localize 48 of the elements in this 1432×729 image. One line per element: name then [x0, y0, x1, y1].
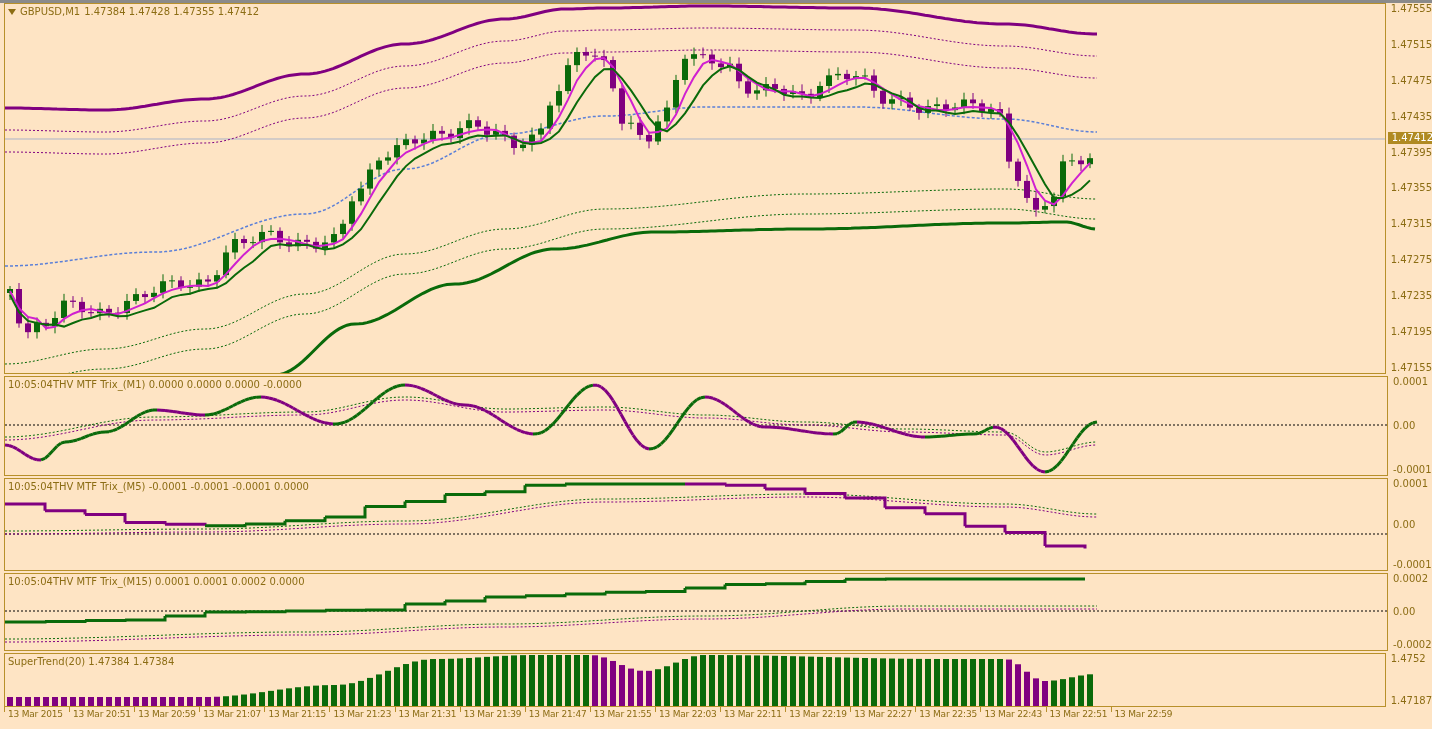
- price-label: 1.47155: [1390, 361, 1432, 374]
- indicator-scale-label: -0.0001: [1393, 464, 1432, 476]
- time-label: 13 Mar 22:43: [984, 709, 1043, 719]
- indicator-title: 10:05:04THV MTF Trix_(M15) 0.0001 0.0001 0.0002 0.0000: [8, 576, 305, 587]
- price-label: 1.47195: [1390, 326, 1432, 338]
- indicator-title: SuperTrend(20) 1.47384 1.47384: [8, 656, 175, 667]
- indicator-scale-label: 0.00: [1393, 518, 1417, 531]
- price-label: 1.47515: [1390, 38, 1432, 51]
- time-label: 13 Mar 22:27: [854, 709, 912, 719]
- indicator-scale-label: 1.4752: [1390, 653, 1427, 665]
- indicator-scale-label: -0.0002: [1393, 639, 1432, 651]
- price-label: 1.47235: [1390, 290, 1432, 303]
- time-label: 13 Mar 2015: [8, 709, 63, 719]
- dropdown-triangle-icon[interactable]: [8, 8, 16, 15]
- time-label: 13 Mar 21:39: [463, 709, 522, 719]
- price-label: 1.47555: [1390, 3, 1432, 15]
- time-label: 13 Mar 21:31: [398, 709, 457, 719]
- time-label: 13 Mar 22:59: [1114, 709, 1173, 719]
- time-label: 13 Mar 22:19: [789, 709, 847, 719]
- indicator-scale-label: 0.0001: [1393, 478, 1429, 490]
- time-label: 13 Mar 22:35: [919, 709, 977, 719]
- time-label: 13 Mar 20:59: [138, 709, 196, 719]
- price-label: 1.47395: [1390, 146, 1432, 159]
- price-label: 1.47355: [1390, 182, 1432, 195]
- current-price-tag: 1.47412: [1387, 132, 1432, 144]
- time-label: 13 Mar 21:07: [203, 709, 261, 719]
- time-label: 13 Mar 21:23: [333, 709, 392, 719]
- indicator-scale-label: 0.0001: [1393, 376, 1429, 388]
- time-label: 13 Mar 22:03: [658, 709, 717, 719]
- indicator-title: 10:05:04THV MTF Trix_(M5) -0.0001 -0.0001 -0.0001 0.0000: [8, 481, 309, 492]
- time-label: 13 Mar 22:11: [724, 709, 782, 719]
- time-label: 13 Mar 21:47: [528, 709, 587, 719]
- indicator-scale-label: 0.0002: [1393, 573, 1429, 585]
- price-label: 1.47315: [1390, 218, 1432, 231]
- indicator-scale-label: 0.00: [1393, 420, 1417, 432]
- chart-title: GBPUSD,M1: [20, 6, 81, 17]
- time-label: 13 Mar 20:51: [73, 709, 131, 719]
- price-label: 1.47275: [1390, 254, 1432, 267]
- indicator-scale-label: -0.0001: [1393, 559, 1432, 571]
- price-label: 1.47475: [1390, 74, 1432, 87]
- indicator-title: 10:05:04THV MTF Trix_(M1) 0.0000 0.0000 0.0000 -0.0000: [8, 379, 302, 390]
- time-label: 13 Mar 21:55: [593, 709, 652, 719]
- time-label: 13 Mar 21:15: [268, 709, 327, 719]
- price-label: 1.47435: [1390, 110, 1432, 123]
- indicator-scale-label: 1.47187: [1390, 695, 1432, 707]
- indicator-scale-label: 0.00: [1393, 606, 1417, 618]
- ohlc-values: 1.47384 1.47428 1.47355 1.47412: [84, 6, 260, 17]
- time-label: 13 Mar 22:51: [1049, 709, 1108, 719]
